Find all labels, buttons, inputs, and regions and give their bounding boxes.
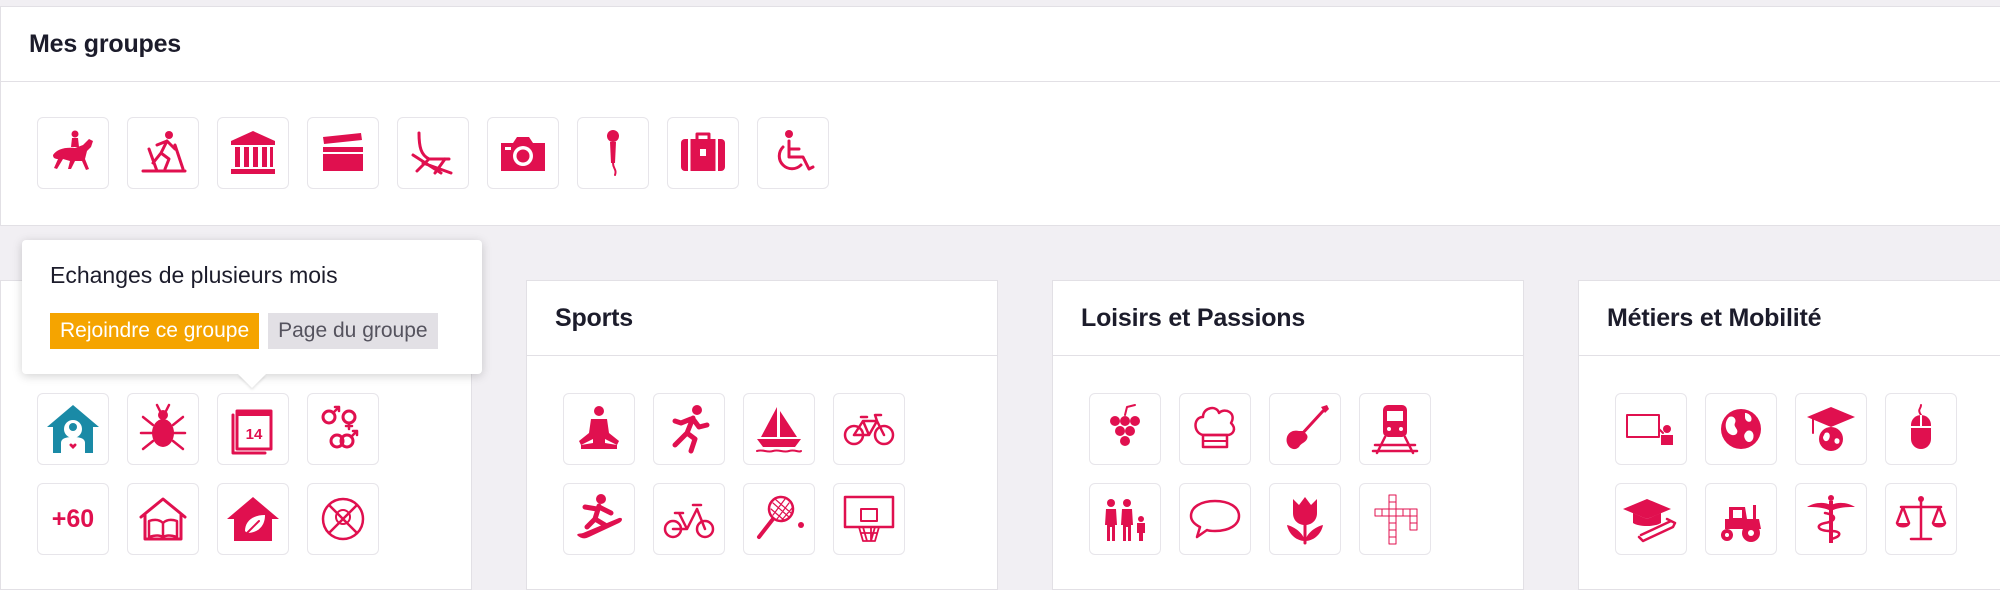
loisirs-title: Loisirs et Passions xyxy=(1053,281,1523,356)
group-basket[interactable] xyxy=(833,483,905,555)
group-course[interactable] xyxy=(653,393,725,465)
yoga-icon xyxy=(579,406,619,449)
group-mots-croises[interactable] xyxy=(1359,483,1431,555)
suitcase-icon xyxy=(681,132,725,171)
group-plus-60[interactable]: +60 xyxy=(37,483,109,555)
electric-guitar-icon xyxy=(1286,405,1329,450)
join-group-button[interactable]: Rejoindre ce groupe xyxy=(50,313,260,349)
loisirs-panel: Loisirs et Passions xyxy=(1052,280,1524,590)
folding-bike-icon xyxy=(663,503,715,539)
sports-panel: Sports xyxy=(526,280,998,590)
group-non-fumeur[interactable] xyxy=(307,483,379,555)
lounge-chair-icon xyxy=(411,131,453,175)
group-echanges-plusieurs-mois[interactable]: 14 xyxy=(217,393,289,465)
train-icon xyxy=(1371,405,1419,455)
group-snowboard[interactable] xyxy=(563,483,635,555)
mes-groupes-panel: Mes groupes xyxy=(0,6,2000,226)
group-velo[interactable] xyxy=(833,393,905,465)
bicycle-icon xyxy=(843,413,895,446)
group-etudes-etranger[interactable] xyxy=(1795,393,1867,465)
family-icon xyxy=(1105,499,1145,541)
sailboat-icon xyxy=(756,407,802,453)
house-heart-icon xyxy=(47,405,99,453)
group-cuisine[interactable] xyxy=(1179,393,1251,465)
calendar-icon: 14 xyxy=(231,409,273,455)
group-tooltip: Echanges de plusieurs mois Rejoindre ce … xyxy=(22,240,482,374)
running-icon xyxy=(672,405,710,454)
camera-icon xyxy=(501,137,545,171)
tulip-icon xyxy=(1287,497,1323,545)
house-leaf-icon xyxy=(227,497,279,541)
tooltip-actions: Rejoindre ce groupe Page du groupe xyxy=(50,313,482,349)
tick-insect-icon xyxy=(139,403,187,451)
group-velo-pliant[interactable] xyxy=(653,483,725,555)
snowboard-icon xyxy=(577,494,622,539)
group-chant[interactable] xyxy=(577,117,649,189)
group-cinema[interactable] xyxy=(307,117,379,189)
graduation-diploma-icon xyxy=(1623,499,1677,543)
plus-60-label: +60 xyxy=(51,504,95,533)
group-jardinage[interactable] xyxy=(1269,483,1341,555)
tooltip-arrow xyxy=(238,374,266,388)
group-maison-ouverte[interactable] xyxy=(127,483,199,555)
museum-icon xyxy=(231,131,275,174)
group-equitation[interactable] xyxy=(37,117,109,189)
wheelchair-icon xyxy=(777,130,815,171)
tennis-racket-icon xyxy=(757,495,804,539)
microphone-icon xyxy=(607,130,619,176)
clapperboard-icon xyxy=(323,133,363,171)
group-ski-de-fond[interactable] xyxy=(127,117,199,189)
group-famille[interactable] xyxy=(1089,483,1161,555)
group-tennis[interactable] xyxy=(743,483,815,555)
grapes-icon xyxy=(1110,404,1140,446)
group-voyage[interactable] xyxy=(667,117,739,189)
group-insectes[interactable] xyxy=(127,393,199,465)
group-voile[interactable] xyxy=(743,393,815,465)
mes-groupes-title: Mes groupes xyxy=(1,7,2000,82)
scales-of-justice-icon xyxy=(1895,496,1947,541)
group-yoga[interactable] xyxy=(563,393,635,465)
group-discussion[interactable] xyxy=(1179,483,1251,555)
tractor-icon xyxy=(1721,505,1761,542)
tooltip-title: Echanges de plusieurs mois xyxy=(50,262,338,288)
group-guitare[interactable] xyxy=(1269,393,1341,465)
group-international[interactable] xyxy=(1705,393,1777,465)
sports-title: Sports xyxy=(527,281,997,356)
group-handicap[interactable] xyxy=(757,117,829,189)
group-genres[interactable] xyxy=(307,393,379,465)
horse-rider-icon xyxy=(53,130,93,170)
group-sante[interactable] xyxy=(1795,483,1867,555)
basketball-hoop-icon xyxy=(843,495,895,542)
group-vin[interactable] xyxy=(1089,393,1161,465)
group-diplomes[interactable] xyxy=(1615,483,1687,555)
metiers-panel: Métiers et Mobilité xyxy=(1578,280,2000,590)
graduation-globe-icon xyxy=(1807,407,1855,451)
group-musee[interactable] xyxy=(217,117,289,189)
globe-icon xyxy=(1721,409,1761,449)
group-droit[interactable] xyxy=(1885,483,1957,555)
cross-country-ski-icon xyxy=(141,131,187,173)
group-train[interactable] xyxy=(1359,393,1431,465)
group-page-button[interactable]: Page du groupe xyxy=(268,313,438,349)
no-smoking-skull-icon xyxy=(321,497,365,541)
computer-mouse-icon xyxy=(1911,404,1931,449)
gender-symbols-icon xyxy=(321,405,359,449)
metiers-title: Métiers et Mobilité xyxy=(1579,281,2000,356)
caduceus-icon xyxy=(1807,495,1855,543)
group-accueil[interactable] xyxy=(37,393,109,465)
chef-hat-icon xyxy=(1194,406,1236,449)
group-formation[interactable] xyxy=(1615,393,1687,465)
group-photo[interactable] xyxy=(487,117,559,189)
group-agriculture[interactable] xyxy=(1705,483,1777,555)
group-maison-eco[interactable] xyxy=(217,483,289,555)
speech-bubble-icon xyxy=(1189,499,1241,539)
crossword-icon xyxy=(1374,494,1418,545)
house-book-icon xyxy=(139,497,187,541)
presentation-board-icon xyxy=(1626,414,1673,445)
svg-text:14: 14 xyxy=(246,426,263,443)
group-informatique[interactable] xyxy=(1885,393,1957,465)
group-design[interactable] xyxy=(397,117,469,189)
